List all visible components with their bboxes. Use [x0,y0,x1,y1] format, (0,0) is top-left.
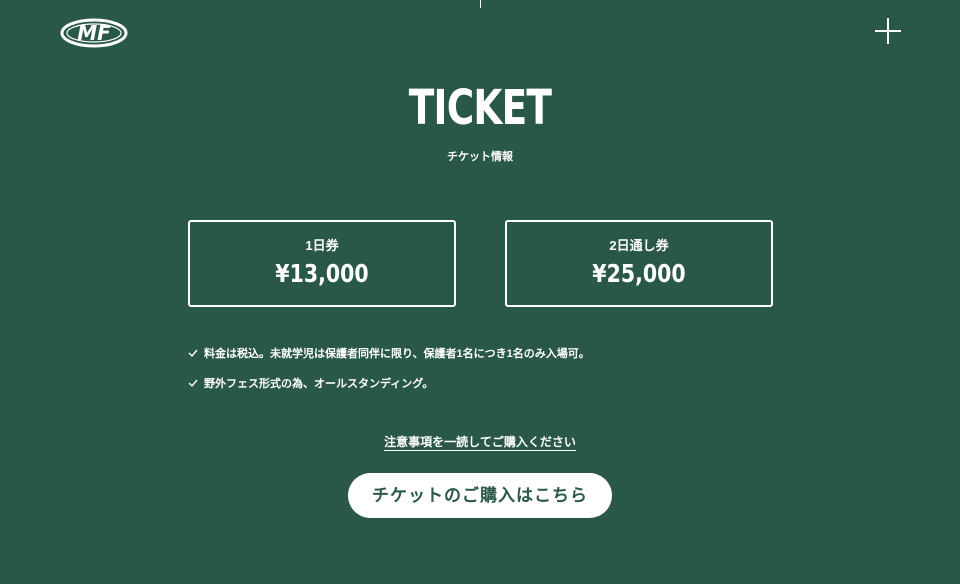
ticket-price: ¥25,000 [592,259,686,288]
note-item: 料金は税込。未就学児は保護者同伴に限り、保護者1名につき1名のみ入場可。 [188,346,590,362]
plus-icon-vertical [887,18,889,44]
top-divider [480,0,481,8]
site-logo[interactable]: MF [60,17,128,49]
note-text: 料金は税込。未就学児は保護者同伴に限り、保護者1名につき1名のみ入場可。 [204,348,590,360]
note-text: 野外フェス形式の為、オールスタンディング。 [204,378,434,390]
ticket-page: MF TICKET チケット情報 1日券 ¥13,000 2日通し券 ¥25,0… [0,0,960,584]
logo-icon: MF [60,18,128,48]
ticket-label: 2日通し券 [609,238,669,253]
notice-link[interactable]: 注意事項を一読してご購入ください [384,435,576,451]
logo-text: MF [77,21,111,45]
menu-open-button[interactable] [875,18,901,44]
ticket-card-1day: 1日券 ¥13,000 [188,220,456,307]
page-subtitle: チケット情報 [447,151,513,163]
page-title: TICKET [408,80,552,136]
buy-ticket-button[interactable]: チケットのご購入はこちら [348,473,612,518]
ticket-card-2day: 2日通し券 ¥25,000 [505,220,773,307]
note-item: 野外フェス形式の為、オールスタンディング。 [188,376,590,392]
ticket-notes: 料金は税込。未就学児は保護者同伴に限り、保護者1名につき1名のみ入場可。 野外フ… [188,346,590,406]
ticket-price: ¥13,000 [275,259,369,288]
check-icon [188,379,198,388]
check-icon [188,349,198,358]
notice-link-wrapper: 注意事項を一読してご購入ください [0,434,960,451]
ticket-label: 1日券 [305,238,339,253]
